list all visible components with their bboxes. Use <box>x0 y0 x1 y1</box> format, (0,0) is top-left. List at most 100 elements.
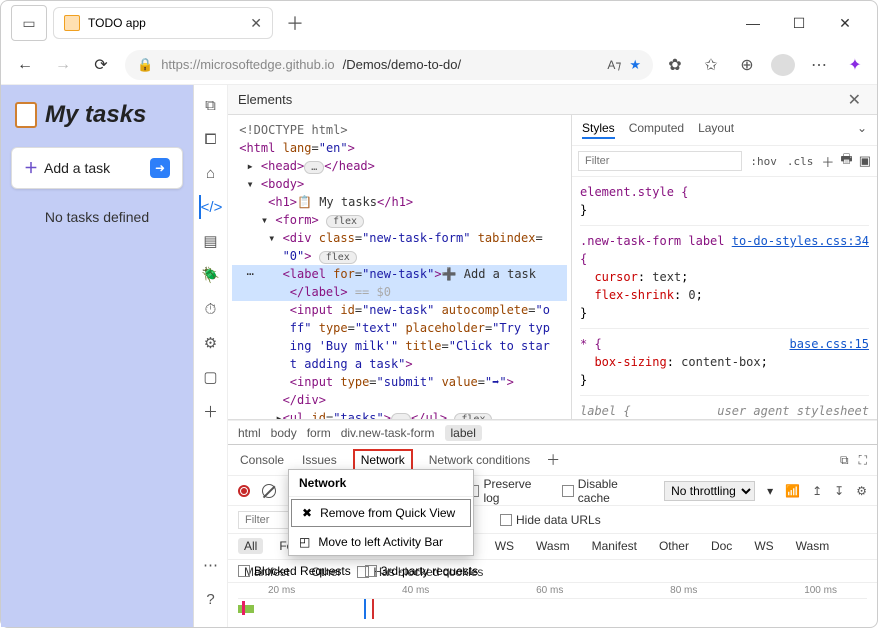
browser-tab[interactable]: TODO app ✕ <box>53 7 273 39</box>
more-icon[interactable]: ⋯ <box>807 55 831 75</box>
styles-panel: Styles Computed Layout ⌄ :hov .cls ＋ 🖶 ▣ <box>571 115 877 419</box>
plus-icon: ＋ <box>24 158 38 178</box>
minimize-icon[interactable]: — <box>739 15 767 32</box>
favorites-icon[interactable]: ✩ <box>699 55 723 75</box>
submit-icon[interactable]: ➜ <box>150 158 170 178</box>
sources-icon[interactable]: ▤ <box>199 229 223 253</box>
workspace-icon[interactable]: ▭ <box>11 5 47 41</box>
extensions-icon[interactable]: ✿ <box>663 55 687 75</box>
context-menu-remove[interactable]: ✖ Remove from Quick View <box>291 499 471 527</box>
filter-chip[interactable]: WS <box>748 538 779 554</box>
print-icon[interactable]: 🖶 <box>840 150 852 172</box>
download-icon[interactable]: ↧ <box>834 484 844 498</box>
hov-toggle[interactable]: :hov <box>748 155 779 168</box>
no-tasks-message: No tasks defined <box>11 209 183 225</box>
filter-chip[interactable]: Wasm <box>530 538 576 554</box>
styles-filter-input[interactable] <box>578 151 742 171</box>
copilot-icon[interactable]: ✦ <box>843 55 867 75</box>
reader-icon[interactable]: A⁊ <box>607 58 621 72</box>
filter-chip[interactable]: Other <box>653 538 695 554</box>
dom-tree[interactable]: <!DOCTYPE html> <html lang="en"> ▸ <head… <box>228 115 571 419</box>
devtools-activity-bar: ⧉ ⧠ ⌂ </> ▤ 🪲 ⏱ ⚙ ▢ ＋ ⋯ ? <box>194 85 228 627</box>
caret-down-icon[interactable]: ▾ <box>767 484 773 498</box>
close-tab-icon[interactable]: ✕ <box>250 15 262 32</box>
move-icon: ◰ <box>299 535 310 549</box>
network-timeline[interactable]: 20 ms 40 ms 60 ms 80 ms 100 ms <box>228 583 877 627</box>
blocked-requests-checkbox[interactable]: Blocked Requests <box>238 564 351 578</box>
tab-title: TODO app <box>88 16 242 30</box>
upload-icon[interactable]: ↥ <box>812 484 822 498</box>
device-icon[interactable]: ⧠ <box>199 127 223 151</box>
debug-icon[interactable]: 🪲 <box>199 263 223 287</box>
settings-icon[interactable]: ⋯ <box>199 553 223 577</box>
source-link[interactable]: base.css:15 <box>790 335 869 353</box>
elements-breadcrumb[interactable]: html body form div.new-task-form label <box>228 420 877 444</box>
refresh-button[interactable]: ⟳ <box>87 51 115 79</box>
computed-tab[interactable]: Computed <box>629 121 684 139</box>
drawer-tab-network-conditions[interactable]: Network conditions <box>427 449 532 471</box>
back-button[interactable]: ← <box>11 51 39 79</box>
elements-tool-icon[interactable]: </> <box>199 195 223 219</box>
page-heading: My tasks <box>15 101 183 129</box>
collections-icon[interactable]: ⊕ <box>735 55 759 75</box>
performance-icon[interactable]: ⏱ <box>199 297 223 321</box>
timeline-marker <box>242 601 245 615</box>
drawer-add-icon[interactable]: ＋ <box>546 450 560 470</box>
record-icon[interactable] <box>238 485 250 497</box>
add-task-input[interactable]: ＋ Add a task ➜ <box>11 147 183 189</box>
expand-icon[interactable]: ⛶ <box>859 453 867 468</box>
dock-icon[interactable]: ⧉ <box>840 453 849 468</box>
wifi-icon[interactable]: 📶 <box>785 484 800 498</box>
close-devtools-icon[interactable]: ✕ <box>842 88 867 112</box>
layout-tab[interactable]: Layout <box>698 121 734 139</box>
forward-button[interactable]: → <box>49 51 77 79</box>
filter-chip[interactable]: Wasm <box>790 538 836 554</box>
close-window-icon[interactable]: ✕ <box>831 15 859 32</box>
more-tools-icon[interactable]: ＋ <box>199 399 223 423</box>
address-bar[interactable]: 🔒 https://microsoftedge.github.io/Demos/… <box>125 50 653 80</box>
context-menu-header: Network <box>289 470 473 497</box>
url-path: /Demos/demo-to-do/ <box>343 57 462 72</box>
cls-toggle[interactable]: .cls <box>785 155 816 168</box>
filter-chip[interactable]: Doc <box>705 538 738 554</box>
hide-data-urls-checkbox[interactable]: Hide data URLs <box>500 513 601 527</box>
active-tool-label: Elements <box>238 92 292 107</box>
drawer-tab-network[interactable]: Network <box>353 449 413 471</box>
third-party-checkbox[interactable]: 3rd-party requests <box>365 564 478 578</box>
memory-icon[interactable]: ⚙ <box>199 331 223 355</box>
help-icon[interactable]: ? <box>199 587 223 611</box>
timeline-bar <box>238 605 254 613</box>
tab-favicon <box>64 15 80 31</box>
page-content: My tasks ＋ Add a task ➜ No tasks defined <box>1 85 193 627</box>
toggle-icon[interactable]: ▣ <box>859 153 871 169</box>
favorite-icon[interactable]: ★ <box>629 57 641 73</box>
profile-avatar[interactable] <box>771 54 795 76</box>
application-icon[interactable]: ▢ <box>199 365 223 389</box>
styles-tab[interactable]: Styles <box>582 121 615 139</box>
maximize-icon[interactable]: ☐ <box>785 15 813 32</box>
welcome-icon[interactable]: ⌂ <box>199 161 223 185</box>
disable-cache-checkbox[interactable]: Disable cache <box>562 477 652 505</box>
gear-icon[interactable]: ⚙ <box>856 484 867 498</box>
timeline-marker <box>364 599 366 619</box>
inspect-icon[interactable]: ⧉ <box>199 93 223 117</box>
drawer-tab-issues[interactable]: Issues <box>300 449 339 471</box>
chevron-down-icon[interactable]: ⌄ <box>857 121 867 139</box>
network-context-menu: Network ✖ Remove from Quick View ◰ Move … <box>288 469 474 556</box>
source-link[interactable]: to-do-styles.css:34 <box>732 232 869 250</box>
preserve-log-checkbox[interactable]: Preserve log <box>468 477 550 505</box>
filter-chip-all[interactable]: All <box>238 538 263 554</box>
throttling-select[interactable]: No throttling <box>664 481 755 501</box>
new-style-rule-icon[interactable]: ＋ <box>821 152 834 171</box>
clipboard-icon <box>15 102 37 128</box>
new-tab-button[interactable]: ＋ <box>281 10 309 36</box>
filter-chip[interactable]: Manifest <box>586 538 643 554</box>
remove-icon: ✖ <box>302 506 312 520</box>
filter-chip[interactable]: WS <box>489 538 520 554</box>
drawer-tab-console[interactable]: Console <box>238 449 286 471</box>
context-menu-move[interactable]: ◰ Move to left Activity Bar <box>289 529 473 555</box>
clear-icon[interactable] <box>262 484 276 498</box>
add-task-label: Add a task <box>44 160 110 176</box>
lock-icon: 🔒 <box>137 57 153 73</box>
selected-dom-node[interactable]: ⋯ <label for="new-task">➕ Add a task <box>232 265 567 283</box>
